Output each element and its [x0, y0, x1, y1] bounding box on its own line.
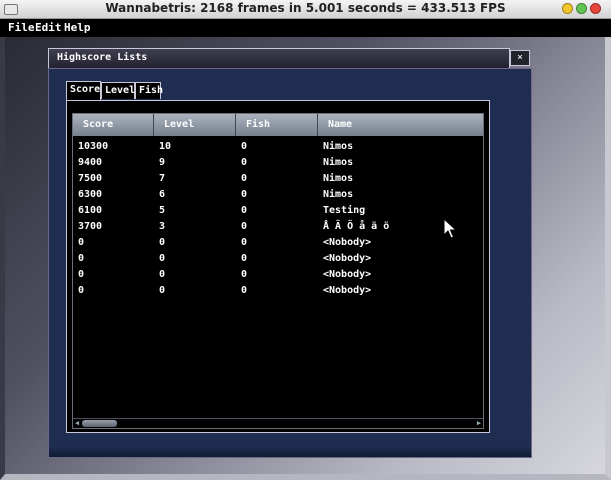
score-cell: 0	[78, 269, 85, 280]
fish-cell: 0	[241, 173, 248, 184]
fish-cell: 0	[241, 157, 248, 168]
name-cell: <Nobody>	[323, 237, 372, 248]
column-header-name[interactable]: Name	[318, 114, 483, 136]
dialog-close-icon[interactable]: ×	[510, 50, 530, 66]
minimize-button[interactable]	[562, 3, 573, 14]
score-cell: 6300	[78, 189, 103, 200]
table-header: Score Level Fish Name	[73, 114, 483, 136]
level-cell: 3	[159, 221, 166, 232]
level-cell: 0	[159, 237, 166, 248]
scroll-right-icon[interactable]: ▶	[475, 419, 483, 428]
score-cell: 10300	[78, 141, 109, 152]
maximize-button[interactable]	[576, 3, 587, 14]
table-row[interactable]: 10300 10 0 Nimos	[73, 139, 483, 155]
fish-cell: 0	[241, 189, 248, 200]
level-cell: 0	[159, 285, 166, 296]
level-cell: 0	[159, 253, 166, 264]
score-cell: 0	[78, 237, 85, 248]
fish-cell: 0	[241, 285, 248, 296]
name-cell: Nimos	[323, 157, 354, 168]
name-cell: Nimos	[323, 189, 354, 200]
level-cell: 5	[159, 205, 166, 216]
table-row[interactable]: 0 0 0 <Nobody>	[73, 235, 483, 251]
name-cell: <Nobody>	[323, 253, 372, 264]
fish-cell: 0	[241, 141, 248, 152]
highscore-dialog: Highscore Lists × Score Level Fish Score…	[48, 48, 532, 458]
level-cell: 7	[159, 173, 166, 184]
table-row[interactable]: 0 0 0 <Nobody>	[73, 251, 483, 267]
mouse-cursor-icon	[443, 218, 457, 239]
name-cell: Nimos	[323, 173, 354, 184]
score-cell: 9400	[78, 157, 103, 168]
column-header-fish[interactable]: Fish	[236, 114, 318, 136]
menu-edit[interactable]: Edit	[35, 21, 62, 34]
tab-level[interactable]: Level	[101, 82, 135, 99]
name-cell: Nimos	[323, 141, 354, 152]
table-row[interactable]: 0 0 0 <Nobody>	[73, 283, 483, 299]
dialog-bottom-edge	[49, 447, 531, 457]
score-cell: 6100	[78, 205, 103, 216]
dialog-title: Highscore Lists	[57, 52, 148, 63]
table-row[interactable]: 7500 7 0 Nimos	[73, 171, 483, 187]
level-cell: 0	[159, 269, 166, 280]
score-cell: 3700	[78, 221, 103, 232]
tab-panel: Score Level Fish Name 10300 10 0 Nimos 9400 9…	[66, 100, 490, 433]
fish-cell: 0	[241, 253, 248, 264]
column-header-level[interactable]: Level	[154, 114, 236, 136]
name-cell: <Nobody>	[323, 269, 372, 280]
column-header-score[interactable]: Score	[73, 114, 154, 136]
dialog-body: Score Level Fish Score Level Fish Name 1…	[48, 68, 532, 458]
table-row[interactable]: 3700 3 0 Å Ä Ö å ä ö	[73, 219, 483, 235]
tab-score[interactable]: Score	[66, 81, 101, 100]
scroll-left-icon[interactable]: ◀	[73, 419, 81, 428]
menubar: File Edit Help	[0, 19, 611, 37]
score-cell: 0	[78, 285, 85, 296]
menu-help[interactable]: Help	[64, 21, 91, 34]
fish-cell: 0	[241, 205, 248, 216]
table-row[interactable]: 9400 9 0 Nimos	[73, 155, 483, 171]
fish-cell: 0	[241, 269, 248, 280]
dialog-titlebar[interactable]: Highscore Lists	[48, 48, 510, 68]
horizontal-scrollbar[interactable]: ◀ ▶	[73, 418, 483, 428]
table-row[interactable]: 6300 6 0 Nimos	[73, 187, 483, 203]
table-row[interactable]: 0 0 0 <Nobody>	[73, 267, 483, 283]
level-cell: 10	[159, 141, 172, 152]
fish-cell: 0	[241, 221, 248, 232]
highscore-table: Score Level Fish Name 10300 10 0 Nimos 9400 9…	[72, 113, 484, 429]
window-titlebar: Wannabetris: 2168 frames in 5.001 second…	[0, 0, 611, 19]
score-cell: 7500	[78, 173, 103, 184]
name-cell: Å Ä Ö å ä ö	[323, 221, 390, 232]
close-button[interactable]	[590, 3, 601, 14]
scrollbar-thumb[interactable]	[82, 420, 117, 427]
tab-fish[interactable]: Fish	[135, 82, 163, 99]
name-cell: <Nobody>	[323, 285, 372, 296]
level-cell: 6	[159, 189, 166, 200]
window-title: Wannabetris: 2168 frames in 5.001 second…	[105, 1, 506, 15]
score-cell: 0	[78, 253, 85, 264]
level-cell: 9	[159, 157, 166, 168]
menu-file[interactable]: File	[8, 21, 35, 34]
fish-cell: 0	[241, 237, 248, 248]
table-row[interactable]: 6100 5 0 Testing	[73, 203, 483, 219]
name-cell: Testing	[323, 205, 366, 216]
